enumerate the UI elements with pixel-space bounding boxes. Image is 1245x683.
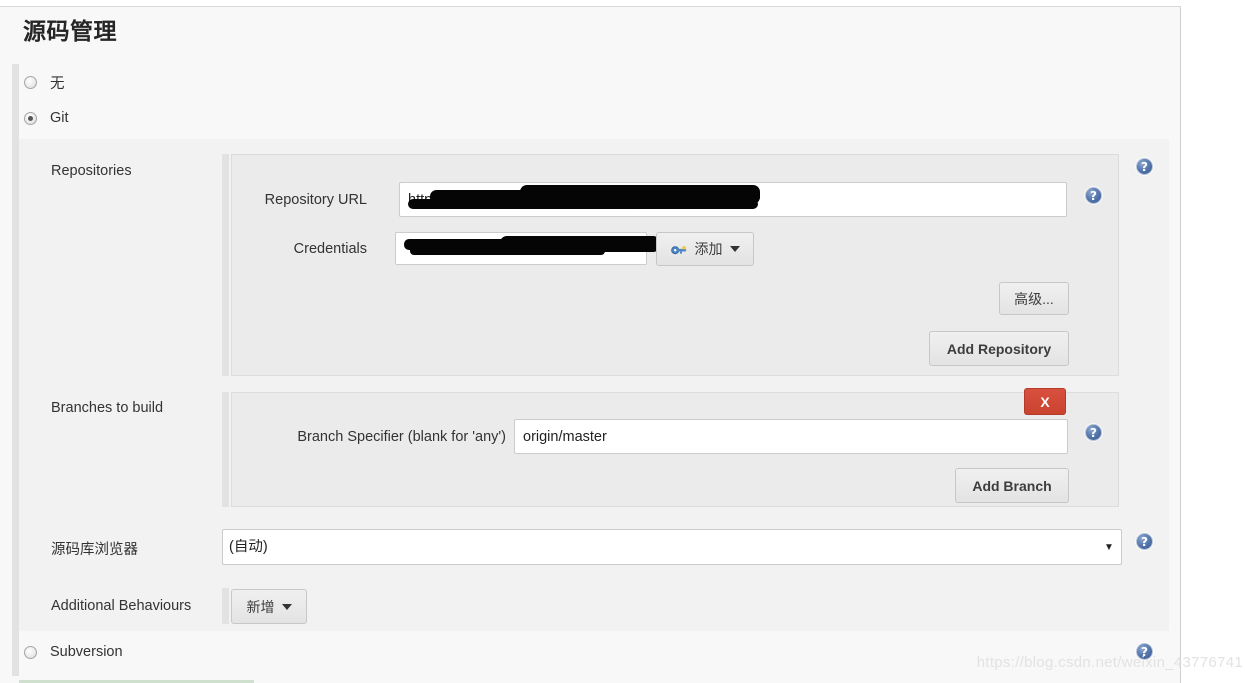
credentials-label: Credentials (293, 241, 367, 257)
delete-branch-button[interactable]: X (1024, 388, 1066, 415)
radio-icon-none[interactable] (24, 76, 37, 89)
chevron-down-icon-add-credentials (729, 246, 740, 252)
advanced-button[interactable]: 高级... (999, 282, 1069, 315)
repository-url-input[interactable] (399, 182, 1067, 217)
add-behaviour-label: 新增 (246, 598, 275, 615)
repository-browser-section-label: 源码库浏览器 (51, 542, 138, 558)
branches-rail (222, 392, 229, 507)
add-credentials-button[interactable]: 添加 (656, 232, 754, 266)
scm-radio-git[interactable]: Git (24, 110, 69, 126)
credentials-select[interactable] (395, 232, 647, 265)
repository-browser-help-icon[interactable]: ? (1136, 533, 1153, 550)
repository-url-label: Repository URL (264, 192, 367, 208)
branch-specifier-label: Branch Specifier (blank for 'any') (297, 429, 506, 445)
scm-radio-git-label: Git (50, 110, 69, 126)
key-icon (670, 246, 686, 255)
additional-behaviours-rail (222, 588, 229, 624)
page-title: 源码管理 (23, 18, 117, 44)
additional-behaviours-section-label: Additional Behaviours (51, 598, 192, 614)
branch-specifier-input[interactable] (514, 419, 1068, 454)
scm-radio-subversion-label: Subversion (50, 644, 123, 660)
repositories-section-label: Repositories (51, 163, 132, 179)
scm-configuration-page: 源码管理 无 Git Repositories ? Repository URL… (0, 0, 1245, 683)
repository-url-help-icon[interactable]: ? (1085, 187, 1102, 204)
radio-icon-git[interactable] (24, 111, 37, 125)
scm-radio-none-label: 无 (50, 76, 65, 92)
chevron-down-icon-add-behaviour (281, 603, 292, 610)
radio-icon-subversion[interactable] (24, 645, 37, 659)
branches-section-label: Branches to build (51, 400, 164, 416)
add-branch-button[interactable]: Add Branch (955, 468, 1069, 503)
left-rail (12, 64, 19, 676)
repositories-rail (222, 154, 229, 376)
repositories-help-icon[interactable]: ? (1136, 158, 1153, 175)
branch-specifier-help-icon[interactable]: ? (1085, 424, 1102, 441)
add-behaviour-button[interactable]: 新增 (231, 589, 307, 624)
repository-browser-select[interactable]: (自动) (222, 529, 1122, 565)
add-credentials-label: 添加 (694, 241, 723, 257)
scm-radio-none[interactable]: 无 (24, 72, 65, 93)
scm-radio-subversion[interactable]: Subversion (24, 644, 123, 660)
add-repository-button[interactable]: Add Repository (929, 331, 1069, 366)
watermark: https://blog.csdn.net/weixin_43776741 (976, 654, 1243, 671)
